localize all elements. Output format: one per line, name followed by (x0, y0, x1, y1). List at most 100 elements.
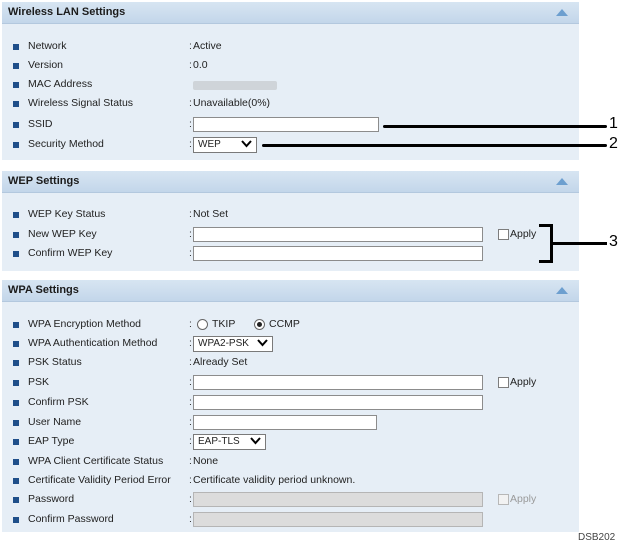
password-input[interactable] (193, 492, 483, 507)
colon: : (189, 228, 192, 240)
ccmp-radio[interactable] (254, 319, 265, 330)
square-bullet-icon (13, 420, 19, 426)
row-mac-address: MAC Address (2, 77, 579, 95)
colon: : (189, 435, 192, 447)
wpa-auth-label: WPA Authentication Method (28, 337, 158, 349)
cert-validity-error-value: Certificate validity period unknown. (193, 474, 356, 486)
client-cert-status-value: None (193, 455, 219, 467)
row-signal-status: Wireless Signal Status : Unavailable(0%) (2, 96, 579, 114)
confirm-password-input[interactable] (193, 512, 483, 527)
chevron-down-icon (257, 339, 268, 347)
collapse-triangle-icon[interactable] (556, 178, 568, 185)
client-cert-status-label: WPA Client Certificate Status (28, 455, 164, 467)
confirm-psk-input[interactable] (193, 395, 483, 410)
row-psk: PSK : Apply (2, 375, 579, 393)
collapse-triangle-icon[interactable] (556, 9, 568, 16)
square-bullet-icon (13, 101, 19, 107)
chevron-down-icon (250, 437, 261, 445)
wep-apply-checkbox[interactable] (498, 229, 509, 240)
mac-address-redacted (193, 81, 277, 90)
row-new-wep-key: New WEP Key : Apply (2, 227, 579, 245)
square-bullet-icon (13, 360, 19, 366)
new-wep-key-input[interactable] (193, 227, 483, 242)
square-bullet-icon (13, 459, 19, 465)
callout-number-1: 1 (609, 115, 618, 132)
row-eap-type: EAP Type : EAP-TLS (2, 434, 579, 452)
row-confirm-wep-key: Confirm WEP Key : (2, 246, 579, 264)
version-value: 0.0 (193, 59, 208, 71)
row-network: Network : Active (2, 39, 579, 57)
colon: : (189, 208, 192, 220)
wpa-settings-header[interactable]: WPA Settings (2, 280, 579, 302)
wep-apply-label: Apply (510, 228, 537, 240)
row-wpa-encryption: WPA Encryption Method : TKIP CCMP (2, 317, 579, 335)
row-confirm-psk: Confirm PSK : (2, 395, 579, 413)
callout-number-3: 3 (609, 233, 618, 250)
psk-status-label: PSK Status (28, 356, 82, 368)
colon: : (189, 455, 192, 467)
user-name-input[interactable] (193, 415, 377, 430)
colon: : (189, 59, 192, 71)
wep-settings-header[interactable]: WEP Settings (2, 171, 579, 193)
ssid-input[interactable] (193, 117, 379, 132)
colon: : (189, 138, 192, 150)
square-bullet-icon (13, 517, 19, 523)
user-name-label: User Name (28, 416, 82, 428)
security-method-select[interactable]: WEP (193, 137, 257, 153)
row-wep-key-status: WEP Key Status : Not Set (2, 207, 579, 225)
password-label: Password (28, 493, 75, 505)
signal-status-value: Unavailable(0%) (193, 97, 271, 109)
colon: : (189, 97, 192, 109)
wep-settings-panel: WEP Settings WEP Key Status : Not Set Ne… (2, 171, 579, 271)
colon: : (189, 416, 192, 428)
new-wep-key-label: New WEP Key (28, 228, 97, 240)
square-bullet-icon (13, 212, 19, 218)
colon: : (189, 318, 192, 330)
eap-type-label: EAP Type (28, 435, 75, 447)
row-confirm-password: Confirm Password : (2, 512, 579, 530)
square-bullet-icon (13, 497, 19, 503)
colon: : (189, 118, 192, 130)
square-bullet-icon (13, 251, 19, 257)
square-bullet-icon (13, 439, 19, 445)
colon: : (189, 337, 192, 349)
psk-label: PSK (28, 376, 50, 388)
row-cert-validity-error: Certificate Validity Period Error : Cert… (2, 473, 579, 491)
wpa-settings-title: WPA Settings (8, 284, 79, 296)
colon: : (189, 356, 192, 368)
wpa-auth-value: WPA2-PSK (198, 338, 249, 349)
square-bullet-icon (13, 44, 19, 50)
square-bullet-icon (13, 142, 19, 148)
psk-input[interactable] (193, 375, 483, 390)
cert-validity-error-label: Certificate Validity Period Error (28, 474, 171, 486)
wpa-encryption-label: WPA Encryption Method (28, 318, 142, 330)
square-bullet-icon (13, 122, 19, 128)
tkip-radio[interactable] (197, 319, 208, 330)
document-code: DSB202 (578, 532, 616, 543)
psk-apply-checkbox[interactable] (498, 377, 509, 388)
square-bullet-icon (13, 322, 19, 328)
callout-line-1 (383, 125, 607, 128)
row-user-name: User Name : (2, 415, 579, 433)
wep-key-status-value: Not Set (193, 208, 229, 220)
colon: : (189, 513, 192, 525)
wpa-auth-select[interactable]: WPA2-PSK (193, 336, 273, 352)
eap-type-select[interactable]: EAP-TLS (193, 434, 266, 450)
square-bullet-icon (13, 63, 19, 69)
confirm-password-label: Confirm Password (28, 513, 114, 525)
confirm-psk-label: Confirm PSK (28, 396, 89, 408)
psk-status-value: Already Set (193, 356, 248, 368)
wireless-lan-header[interactable]: Wireless LAN Settings (2, 2, 579, 24)
row-password: Password : Apply (2, 492, 579, 510)
square-bullet-icon (13, 232, 19, 238)
collapse-triangle-icon[interactable] (556, 287, 568, 294)
network-value: Active (193, 40, 222, 52)
square-bullet-icon (13, 478, 19, 484)
confirm-wep-key-input[interactable] (193, 246, 483, 261)
password-apply-checkbox[interactable] (498, 494, 509, 505)
row-wpa-auth: WPA Authentication Method : WPA2-PSK (2, 336, 579, 354)
ssid-label: SSID (28, 118, 53, 130)
security-method-label: Security Method (28, 138, 104, 150)
row-psk-status: PSK Status : Already Set (2, 355, 579, 373)
radio-selected-dot (257, 322, 262, 327)
